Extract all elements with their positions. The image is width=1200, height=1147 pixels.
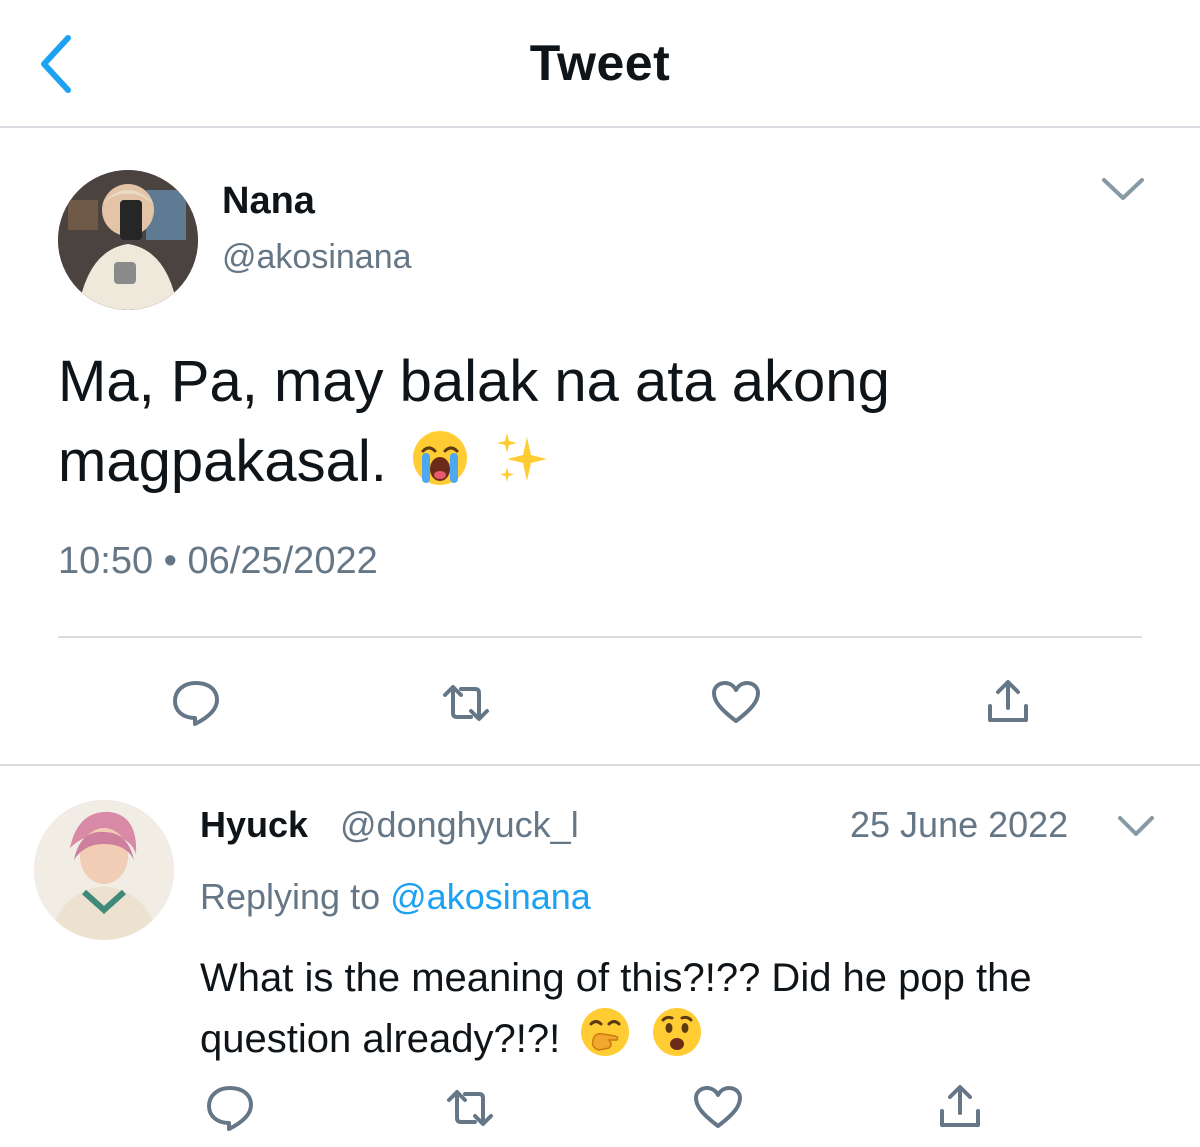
anxious-face-emoji	[652, 1008, 701, 1056]
loudly-crying-face-emoji	[412, 431, 467, 485]
heart-icon	[694, 1086, 742, 1128]
tweet-text-line2: magpakasal.	[58, 429, 387, 494]
author-handle[interactable]: @akosinana	[222, 238, 412, 277]
face-with-hand-over-mouth-emoji	[581, 1008, 630, 1056]
tweet-timestamp: 10:50 • 06/25/2022	[58, 540, 378, 583]
like-button[interactable]	[708, 676, 764, 728]
section-divider	[0, 764, 1200, 766]
tweet-time: 10:50	[58, 540, 154, 582]
replying-to-line: Replying to @akosinana	[200, 876, 591, 918]
reply-more-options-button[interactable]	[1114, 808, 1158, 848]
tweet-detail-screen: Tweet Nana @akosinana Ma, Pa, may balak …	[0, 0, 1200, 1147]
meta-separator: •	[163, 540, 177, 582]
reply-share-button[interactable]	[932, 1082, 988, 1132]
reply-text: What is the meaning of this?!?? Did he p…	[200, 950, 1160, 1067]
reply-avatar[interactable]	[34, 800, 174, 940]
nav-header: Tweet	[0, 0, 1200, 128]
avatar-photo	[34, 800, 174, 940]
reply-like-button[interactable]	[690, 1082, 746, 1132]
reply-reply-button[interactable]	[202, 1082, 258, 1132]
avatar-photo	[58, 170, 198, 310]
author-name[interactable]: Nana	[222, 180, 315, 223]
share-button[interactable]	[980, 676, 1036, 728]
replying-to-handle-link[interactable]: @akosinana	[390, 876, 591, 917]
retweet-icon	[447, 1090, 493, 1126]
reply-retweet-button[interactable]	[442, 1084, 498, 1132]
reply-icon	[173, 681, 219, 726]
reply-icon	[207, 1086, 253, 1131]
reply-date: 25 June 2022	[850, 804, 1069, 845]
reply-button[interactable]	[168, 676, 224, 728]
tweet-text: Ma, Pa, may balak na ata akong magpakasa…	[58, 342, 1158, 502]
retweet-button[interactable]	[438, 678, 494, 728]
tweet-text-line1: Ma, Pa, may balak na ata akong	[58, 349, 890, 414]
tweet-date: 06/25/2022	[187, 540, 378, 582]
avatar[interactable]	[58, 170, 198, 310]
sparkles-emoji	[497, 433, 548, 482]
share-icon	[940, 1085, 980, 1127]
more-options-button[interactable]	[1096, 170, 1150, 220]
page-title: Tweet	[529, 35, 671, 91]
share-icon	[988, 680, 1028, 722]
reply-author-handle[interactable]: @donghyuck_l	[340, 804, 579, 846]
divider	[58, 636, 1142, 638]
retweet-icon	[443, 685, 489, 721]
chevron-down-icon	[1118, 816, 1154, 836]
chevron-down-icon	[1102, 178, 1144, 200]
heart-icon	[712, 681, 760, 723]
replying-to-label: Replying to	[200, 876, 381, 917]
reply-author-name[interactable]: Hyuck	[200, 804, 308, 846]
